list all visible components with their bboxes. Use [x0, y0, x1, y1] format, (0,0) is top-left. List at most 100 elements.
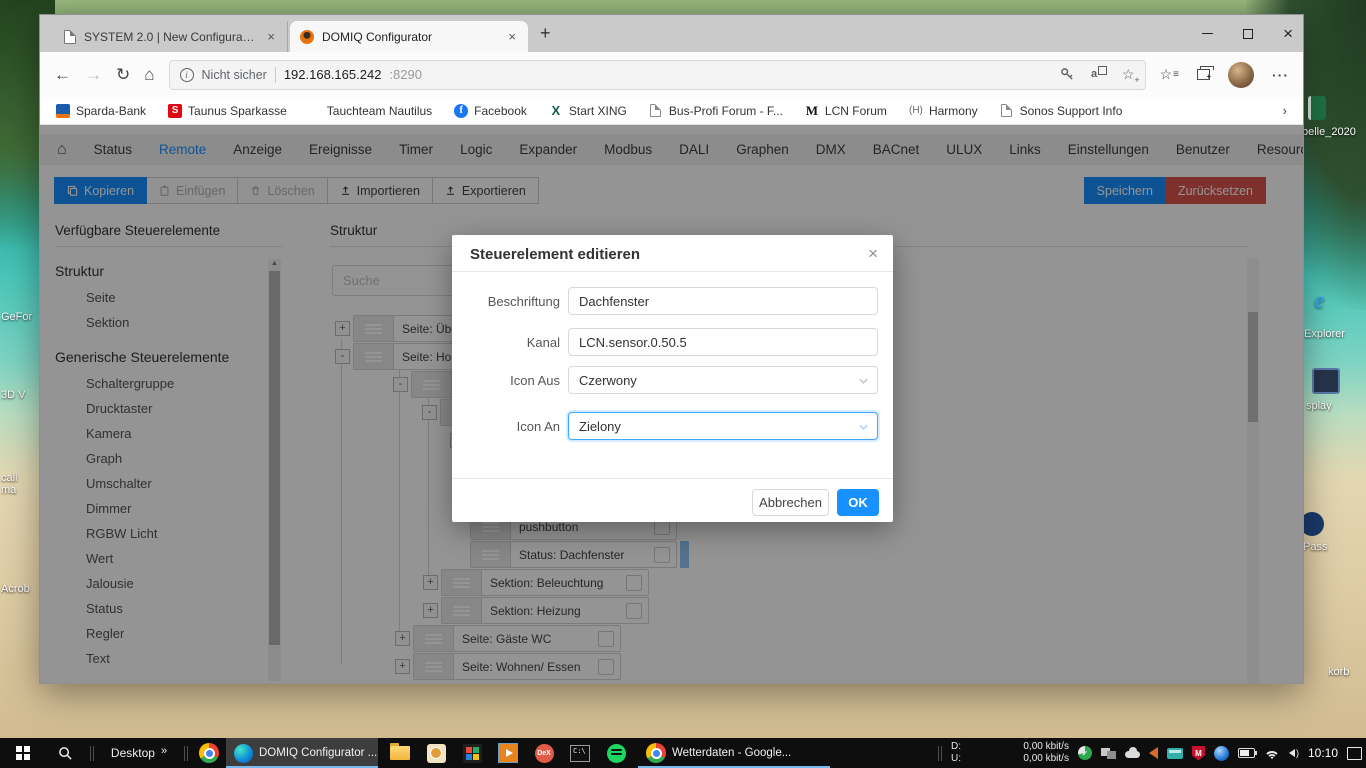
- chrome-taskbar-icon[interactable]: [194, 738, 224, 768]
- desktop-icon-label[interactable]: belle_2020: [1302, 126, 1364, 138]
- search-icon: [58, 746, 73, 761]
- bookmarks-overflow-icon[interactable]: ›: [1283, 103, 1287, 118]
- generic-page-icon: [64, 30, 76, 44]
- upload-value: 0,00 kbit/s: [1023, 753, 1069, 765]
- forward-icon[interactable]: →: [85, 65, 102, 85]
- password-key-icon[interactable]: [1060, 67, 1075, 82]
- audio-app-icon[interactable]: [1149, 747, 1158, 759]
- tab-close-icon[interactable]: ×: [265, 29, 277, 44]
- taskbar-divider: [184, 746, 188, 761]
- browser-titlebar[interactable]: SYSTEM 2.0 | New Configurator ( × DOMIQ …: [40, 15, 1303, 52]
- refresh-icon[interactable]: ↻: [116, 65, 130, 85]
- add-favorite-icon[interactable]: ☆: [1122, 66, 1135, 83]
- store-button[interactable]: [456, 738, 488, 768]
- spotify-button[interactable]: [600, 738, 632, 768]
- info-icon[interactable]: i: [180, 68, 194, 82]
- bookmark-item[interactable]: fFacebook: [454, 104, 527, 118]
- facebook-icon: f: [454, 104, 468, 118]
- bookmark-item[interactable]: Sparda-Bank: [56, 104, 146, 118]
- profile-avatar[interactable]: [1228, 62, 1254, 88]
- new-tab-button[interactable]: +: [540, 23, 551, 44]
- security-label: Nicht sicher: [202, 68, 267, 82]
- dex-button[interactable]: DeX: [528, 738, 560, 768]
- translate-icon[interactable]: a: [1091, 68, 1106, 82]
- bookmark-label: Taunus Sparkasse: [188, 104, 287, 118]
- taskbar-search-button[interactable]: [46, 738, 84, 768]
- browser-orb-icon[interactable]: [1214, 746, 1229, 761]
- store-icon: [463, 744, 482, 763]
- recycle-bin-label[interactable]: korb: [1328, 666, 1364, 678]
- page-favicon: [650, 104, 661, 117]
- desktop-icon-label[interactable]: Pass: [1303, 541, 1361, 553]
- tab-domiq[interactable]: DOMIQ Configurator ×: [290, 21, 528, 52]
- desktop-icon-label[interactable]: GeFor: [1, 311, 39, 323]
- task-label: DOMIQ Configurator ...: [259, 747, 377, 759]
- divider: [275, 67, 276, 83]
- task-wetterdaten[interactable]: Wetterdaten - Google...: [638, 738, 830, 768]
- excel-file-icon[interactable]: [1308, 96, 1326, 120]
- volume-icon[interactable]: ): [1289, 748, 1299, 758]
- internet-explorer-icon[interactable]: e: [1314, 288, 1325, 315]
- onedrive-icon[interactable]: [1125, 751, 1140, 758]
- icon-aus-label: Icon Aus: [460, 373, 560, 388]
- bookmark-item[interactable]: MLCN Forum: [805, 104, 887, 118]
- input-device-icon[interactable]: [1167, 748, 1183, 759]
- chrome-icon: [199, 743, 219, 763]
- chevron-right-icon[interactable]: »: [161, 745, 167, 757]
- netspeed-monitor[interactable]: D:0,00 kbit/s U:0,00 kbit/s: [951, 741, 1069, 765]
- clock[interactable]: 10:10: [1308, 746, 1338, 760]
- address-bar[interactable]: i Nicht sicher 192.168.165.242 :8290 a ☆: [169, 60, 1146, 90]
- desktop-toolbar[interactable]: Desktop »: [98, 738, 180, 768]
- bookmark-label: Sonos Support Info: [1020, 104, 1123, 118]
- download-value: 0,00 kbit/s: [1023, 741, 1069, 753]
- ok-button[interactable]: OK: [837, 489, 879, 516]
- bookmark-item[interactable]: STaunus Sparkasse: [168, 104, 287, 118]
- media-player-button[interactable]: [492, 738, 524, 768]
- bookmark-item[interactable]: Tauchteam Nautilus: [309, 104, 432, 118]
- desktop-icon-label[interactable]: splay: [1306, 400, 1364, 412]
- cmd-button[interactable]: C:\: [564, 738, 596, 768]
- cmd-icon: C:\: [570, 745, 590, 762]
- favorites-icon[interactable]: ☆≡: [1160, 66, 1179, 83]
- wifi-icon[interactable]: [1264, 747, 1280, 759]
- battery-icon[interactable]: [1238, 748, 1255, 758]
- update-status-icon[interactable]: ✓: [1078, 746, 1092, 760]
- dialog-close-icon[interactable]: ×: [868, 244, 878, 264]
- edge-icon: [234, 744, 253, 763]
- icon-an-select[interactable]: Zielony: [568, 412, 878, 440]
- bookmark-item[interactable]: Sonos Support Info: [1000, 104, 1123, 118]
- bookmark-item[interactable]: XStart XING: [549, 104, 627, 118]
- download-label: D:: [951, 741, 961, 753]
- window-maximize-button[interactable]: [1243, 29, 1253, 39]
- xing-icon: X: [549, 104, 563, 118]
- task-domiq[interactable]: DOMIQ Configurator ...: [226, 738, 378, 768]
- display-app-icon[interactable]: [1312, 368, 1340, 394]
- clock-app-button[interactable]: [420, 738, 452, 768]
- desktop-icon-label[interactable]: cali ma: [1, 472, 39, 496]
- tab-close-icon[interactable]: ×: [506, 29, 518, 44]
- cancel-button[interactable]: Abbrechen: [752, 489, 829, 516]
- settings-menu-icon[interactable]: ···: [1272, 67, 1289, 83]
- bookmark-item[interactable]: (H)Harmony: [909, 104, 978, 118]
- bookmark-label: Bus-Profi Forum - F...: [669, 104, 783, 118]
- mcafee-icon[interactable]: M: [1192, 746, 1205, 761]
- tab-system[interactable]: SYSTEM 2.0 | New Configurator ( ×: [54, 21, 288, 52]
- url-port: :8290: [389, 67, 422, 82]
- bookmark-item[interactable]: Bus-Profi Forum - F...: [649, 104, 783, 118]
- beschriftung-field[interactable]: [568, 287, 878, 315]
- file-explorer-button[interactable]: [384, 738, 416, 768]
- desktop-icon-label[interactable]: Explorer: [1304, 328, 1364, 340]
- collections-icon[interactable]: [1197, 69, 1210, 80]
- display-tray-icon[interactable]: [1101, 748, 1116, 759]
- home-icon[interactable]: ⌂: [144, 65, 154, 85]
- password-app-icon[interactable]: [1300, 512, 1324, 536]
- icon-aus-select[interactable]: Czerwony: [568, 366, 878, 394]
- desktop-icon-label[interactable]: Acrob: [1, 583, 39, 595]
- window-close-button[interactable]: ×: [1283, 29, 1293, 39]
- window-minimize-button[interactable]: [1202, 33, 1213, 34]
- back-icon[interactable]: ←: [54, 65, 71, 85]
- action-center-icon[interactable]: [1347, 747, 1362, 760]
- kanal-field[interactable]: [568, 328, 878, 356]
- start-button[interactable]: [0, 738, 46, 768]
- desktop-icon-label[interactable]: 3D V: [1, 389, 39, 401]
